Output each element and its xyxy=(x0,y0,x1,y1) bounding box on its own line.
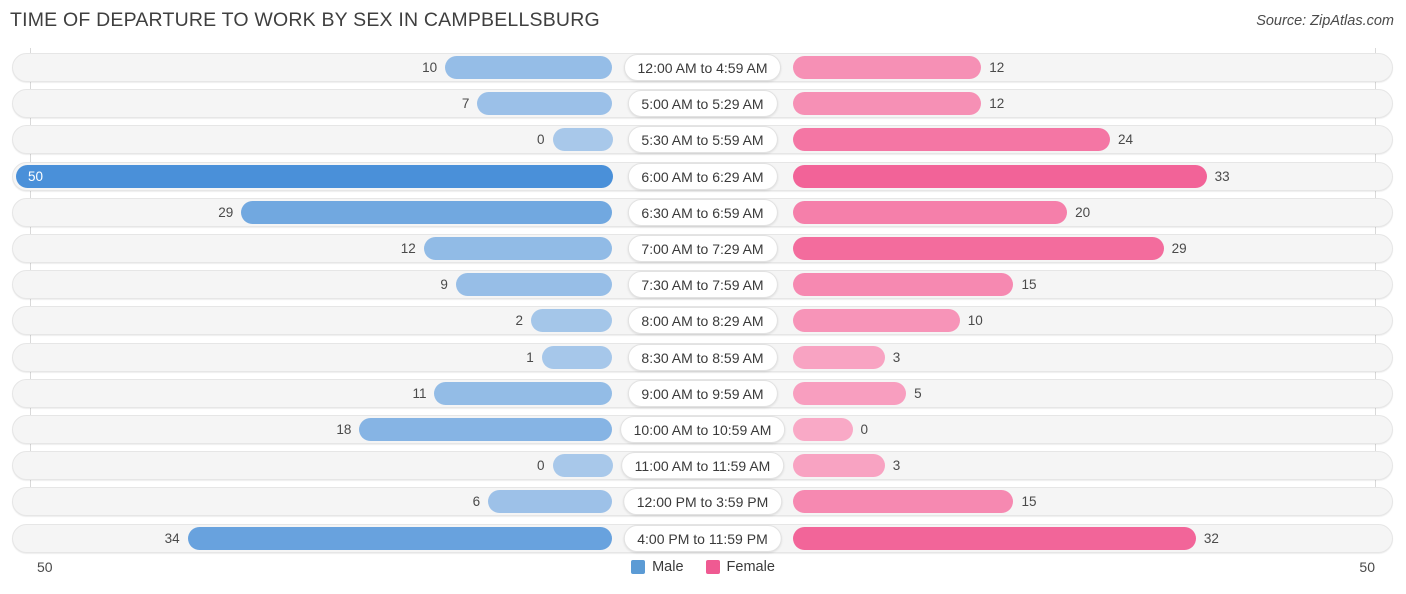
bar-value-female: 33 xyxy=(1214,168,1230,184)
bar-value-female: 12 xyxy=(989,60,1005,75)
bar-female xyxy=(792,345,885,369)
category-label: 7:30 AM to 7:59 AM xyxy=(627,271,778,299)
page-title: TIME OF DEPARTURE TO WORK BY SEX IN CAMP… xyxy=(10,9,600,31)
bar-male xyxy=(423,237,613,260)
category-label: 7:00 AM to 7:29 AM xyxy=(627,235,778,262)
chart-header: TIME OF DEPARTURE TO WORK BY SEX IN CAMP… xyxy=(0,0,1406,46)
bar-value-female: 3 xyxy=(892,349,901,365)
category-label: 11:00 AM to 11:59 AM xyxy=(620,452,785,480)
category-label: 8:00 AM to 8:29 AM xyxy=(627,307,778,335)
bar-male xyxy=(434,381,613,405)
bar-female xyxy=(792,200,1068,224)
bar-female xyxy=(792,381,907,405)
bar-value-female: 20 xyxy=(1075,204,1091,220)
bar-male xyxy=(531,309,613,333)
table-row: 18 0 10:00 AM to 10:59 AM xyxy=(12,415,1393,444)
bar-value-female: 12 xyxy=(989,96,1005,112)
legend-swatch-icon xyxy=(631,560,646,574)
bar-value-female: 0 xyxy=(860,422,869,437)
bar-value-female: 15 xyxy=(1021,494,1037,510)
source-attribution: Source: ZipAtlas.com xyxy=(1256,13,1394,29)
bar-female xyxy=(792,309,960,333)
bar-value-male: 34 xyxy=(164,530,180,546)
bar-value-female: 29 xyxy=(1171,241,1187,256)
bar-value-male: 50 xyxy=(28,168,44,184)
table-row: 1 3 8:30 AM to 8:59 AM xyxy=(12,342,1393,372)
bar-female xyxy=(792,490,1014,514)
category-label: 6:00 AM to 6:29 AM xyxy=(627,162,778,190)
bar-male xyxy=(241,200,613,224)
bar-male xyxy=(541,345,613,369)
table-row: 29 20 6:30 AM to 6:59 AM xyxy=(12,197,1393,227)
bar-male xyxy=(445,56,613,79)
chart-plot-area: 10 12 12:00 AM to 4:59 AM 7 12 5:00 AM to 5:2… xyxy=(0,46,1406,553)
bar-value-male: 18 xyxy=(336,422,352,437)
table-row: 7 12 5:00 AM to 5:29 AM xyxy=(12,89,1393,119)
bar-male xyxy=(16,164,613,188)
category-label: 8:30 AM to 8:59 AM xyxy=(627,343,778,371)
bar-value-female: 5 xyxy=(914,385,922,401)
table-row: 10 12 12:00 AM to 4:59 AM xyxy=(12,53,1393,82)
bar-female xyxy=(792,454,885,478)
bar-male xyxy=(455,273,613,297)
table-row: 0 24 5:30 AM to 5:59 AM xyxy=(12,125,1393,155)
category-label: 6:30 AM to 6:59 AM xyxy=(627,198,778,226)
bar-female xyxy=(792,56,982,79)
bar-value-male: 9 xyxy=(440,277,448,293)
bar-value-male: 12 xyxy=(400,241,416,256)
bar-female xyxy=(792,237,1164,260)
category-label: 5:30 AM to 5:59 AM xyxy=(627,126,778,154)
bar-value-female: 15 xyxy=(1021,277,1037,293)
bar-female xyxy=(792,273,1014,297)
bar-value-male: 6 xyxy=(472,494,481,510)
bar-value-male: 10 xyxy=(422,60,438,75)
table-row: 50 33 6:00 AM to 6:29 AM xyxy=(12,161,1393,191)
category-label: 4:00 PM to 11:59 PM xyxy=(623,524,782,552)
legend-item-female[interactable]: Female xyxy=(705,559,775,575)
bar-male xyxy=(552,128,613,152)
bar-value-male: 29 xyxy=(218,204,234,220)
bar-male xyxy=(359,418,613,441)
bar-male xyxy=(552,454,613,478)
category-label: 9:00 AM to 9:59 AM xyxy=(627,379,778,407)
chart-legend: Male Female xyxy=(0,559,1406,575)
chart-footer: 50 50 Male Female xyxy=(0,551,1406,594)
legend-label: Male xyxy=(652,559,684,575)
bar-male xyxy=(187,526,613,550)
bar-male xyxy=(477,92,613,116)
bar-value-male: 0 xyxy=(536,458,545,474)
table-row: 0 3 11:00 AM to 11:59 AM xyxy=(12,451,1393,481)
bar-value-male: 1 xyxy=(526,349,534,365)
bar-value-male: 11 xyxy=(412,385,427,401)
category-label: 10:00 AM to 10:59 AM xyxy=(619,416,786,443)
bar-value-female: 24 xyxy=(1118,132,1134,148)
table-row: 6 15 12:00 PM to 3:59 PM xyxy=(12,487,1393,517)
category-label: 12:00 AM to 4:59 AM xyxy=(623,54,782,81)
bar-male xyxy=(488,490,613,514)
bar-female xyxy=(792,418,853,441)
table-row: 11 5 9:00 AM to 9:59 AM xyxy=(12,378,1393,408)
bar-value-female: 3 xyxy=(892,458,901,474)
bar-female xyxy=(792,92,982,116)
table-row: 9 15 7:30 AM to 7:59 AM xyxy=(12,270,1393,300)
legend-item-male[interactable]: Male xyxy=(631,559,684,575)
bar-female xyxy=(792,128,1111,152)
table-row: 34 32 4:00 PM to 11:59 PM xyxy=(12,523,1393,553)
table-row: 2 10 8:00 AM to 8:29 AM xyxy=(12,306,1393,336)
bar-value-female: 10 xyxy=(967,313,983,329)
legend-swatch-icon xyxy=(705,560,720,574)
bar-value-male: 2 xyxy=(515,313,524,329)
bar-female xyxy=(792,164,1207,188)
category-label: 5:00 AM to 5:29 AM xyxy=(627,90,778,118)
bar-value-female: 32 xyxy=(1203,530,1219,546)
legend-label: Female xyxy=(726,559,775,575)
bar-value-male: 0 xyxy=(536,132,545,148)
bar-female xyxy=(792,526,1196,550)
bar-value-male: 7 xyxy=(461,96,470,112)
table-row: 12 29 7:00 AM to 7:29 AM xyxy=(12,234,1393,263)
category-label: 12:00 PM to 3:59 PM xyxy=(622,488,783,516)
